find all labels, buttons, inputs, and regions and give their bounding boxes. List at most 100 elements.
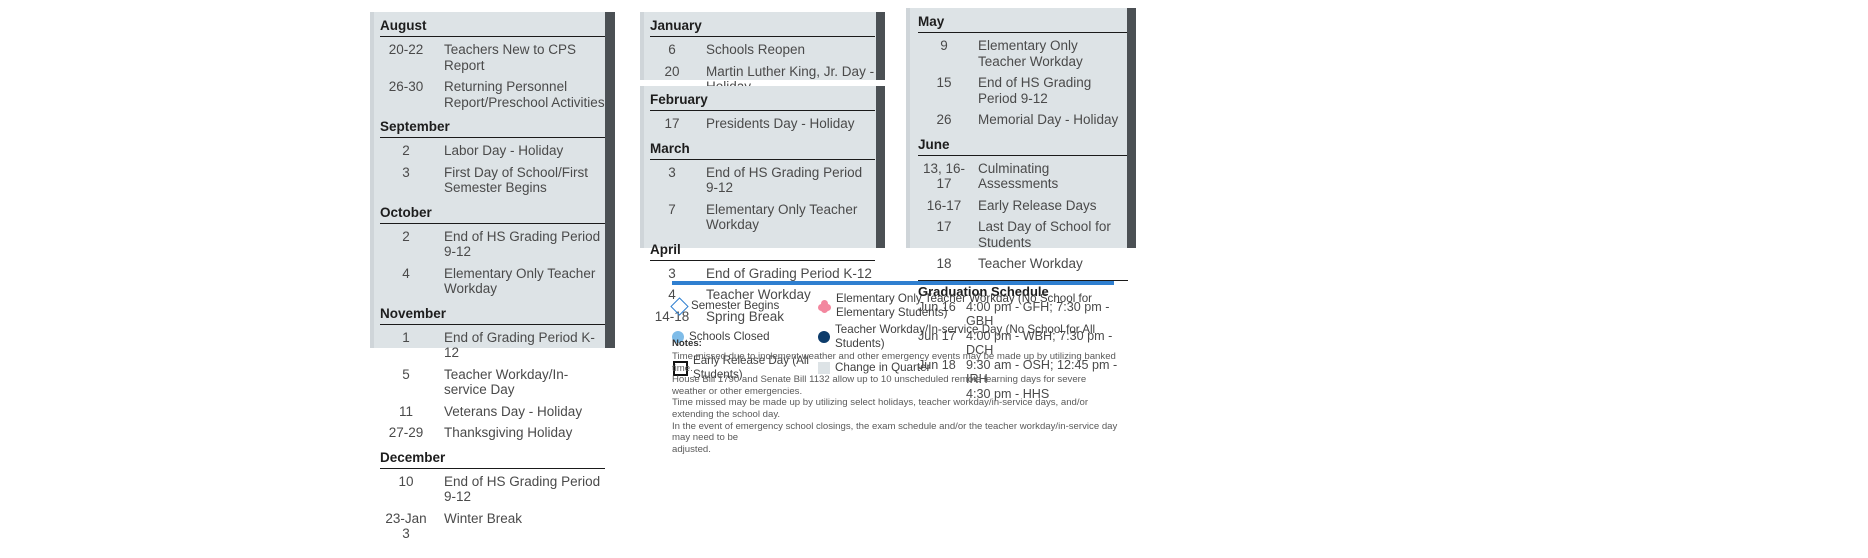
month-heading: October	[380, 204, 432, 220]
event-description: End of HS Grading Period 9-12	[978, 75, 1092, 106]
panel-scroll-shadow[interactable]	[1127, 8, 1136, 248]
month-block: June 13, 16-17 Culminating Assessments 16-1…	[918, 131, 1128, 275]
event-description: Early Release Days	[978, 197, 1097, 213]
event-description: Teacher Workday/In-service Day	[444, 366, 569, 398]
calendar-event-row[interactable]: 2 Labor Day - Holiday	[380, 140, 605, 162]
notes-title: Notes:	[672, 338, 702, 349]
calendar-event-row[interactable]: 7 Elementary Only Teacher Workday	[650, 199, 875, 236]
event-description: Schools Reopen	[706, 42, 806, 57]
month-heading: January	[650, 18, 702, 33]
event-description: Teacher Workday	[978, 256, 1083, 271]
event-description: Elementary Only Teacher Workday	[706, 201, 858, 233]
event-description: Elementary Only Teacher Workday	[444, 265, 596, 297]
event-date: 3	[402, 164, 410, 180]
calendar-event-row[interactable]: 17 Last Day of School for Students	[918, 216, 1128, 253]
event-date: 11	[398, 403, 413, 419]
legend-label: Elementary Only Teacher Workday (No Scho…	[836, 292, 1093, 319]
calendar-event-row[interactable]: 27-29 Thanksgiving Holiday	[380, 422, 605, 444]
event-date: 2	[402, 228, 410, 244]
event-date: 3	[668, 265, 676, 281]
event-date: 13, 16-17	[922, 160, 966, 192]
event-date: 5	[402, 366, 410, 382]
event-date: 15	[936, 75, 952, 90]
event-date: 17	[664, 116, 680, 131]
month-divider	[380, 222, 605, 224]
calendar-event-row[interactable]: 1 End of Grading Period K-12	[380, 327, 605, 364]
event-date: 20	[664, 63, 680, 79]
month-heading: August	[380, 18, 427, 33]
month-heading: April	[650, 241, 681, 257]
calendar-event-row[interactable]: 6 Schools Reopen	[650, 39, 875, 61]
month-divider	[650, 158, 875, 160]
month-divider	[650, 259, 875, 261]
month-block: October 2 End of HS Grading Period 9-12 4 El…	[380, 199, 605, 300]
event-date: 1	[402, 329, 410, 345]
calendar-event-row[interactable]: 2 End of HS Grading Period 9-12	[380, 226, 605, 263]
notes-line: House Bill 1790 and Senate Bill 1132 all…	[672, 374, 1087, 397]
calendar-event-row[interactable]: 15 End of HS Grading Period 9-12	[918, 72, 1128, 109]
event-description: Teachers New to CPS Report	[444, 42, 577, 73]
event-description: End of HS Grading Period 9-12	[444, 228, 601, 260]
month-heading: November	[380, 305, 447, 321]
panel-scroll-shadow[interactable]	[876, 86, 885, 248]
month-block: January 6 Schools Reopen 20 Martin Luther Ki…	[650, 12, 875, 98]
calendar-event-row[interactable]: 10 End of HS Grading Period 9-12	[380, 471, 605, 508]
event-date: 10	[398, 473, 414, 489]
notes-lines: Time missed due to inclement weather and…	[672, 351, 1122, 455]
calendar-column-fall: August 20-22 Teachers New to CPS Report 26-…	[370, 12, 615, 541]
event-date: 26	[936, 112, 952, 127]
event-description: End of HS Grading Period 9-12	[706, 164, 863, 196]
calendar-event-row[interactable]: 11 Veterans Day - Holiday	[380, 401, 605, 423]
calendar-event-row[interactable]: 5 Teacher Workday/In-service Day	[380, 364, 605, 401]
event-description: Returning Personnel Report/Preschool Act…	[444, 79, 605, 110]
calendar-event-row[interactable]: 9 Elementary Only Teacher Workday	[918, 35, 1128, 72]
month-divider	[380, 36, 605, 37]
event-description: End of Grading Period K-12	[444, 329, 595, 361]
panel-scroll-shadow[interactable]	[876, 12, 885, 80]
month-divider	[650, 36, 875, 37]
notes-line: adjusted.	[672, 443, 711, 455]
month-heading: December	[380, 449, 446, 465]
event-description: Memorial Day - Holiday	[978, 112, 1119, 127]
calendar-event-row[interactable]: 26-30 Returning Personnel Report/Preschoo…	[380, 76, 605, 113]
month-heading: September	[380, 119, 450, 134]
calendar-event-row[interactable]: 3 End of HS Grading Period 9-12	[650, 162, 875, 199]
calendar-event-row[interactable]: 23-Jan 3 Winter Break	[380, 508, 605, 545]
summer-months: May 9 Elementary Only Teacher Workday 15 End…	[918, 8, 1128, 275]
event-date: 23-Jan 3	[385, 510, 427, 542]
event-date: 27-29	[388, 425, 424, 440]
month-list-january: January 6 Schools Reopen 20 Martin Luther Ki…	[640, 12, 885, 98]
event-description: Thanksgiving Holiday	[444, 425, 573, 440]
event-description: Last Day of School for Students	[978, 219, 1111, 250]
notes-line: In the event of emergency school closing…	[672, 420, 1118, 444]
month-divider	[650, 110, 875, 111]
notes-section: Notes: Time missed due to inclement weat…	[672, 338, 1122, 455]
event-description: Presidents Day - Holiday	[706, 116, 855, 131]
notes-line: Time missed may be made up by utilizing …	[672, 397, 1089, 420]
calendar-event-row[interactable]: 13, 16-17 Culminating Assessments	[918, 158, 1128, 195]
event-date: 16-17	[926, 197, 962, 213]
month-block: December 10 End of HS Grading Period 9-12 2…	[380, 444, 605, 545]
calendar-event-row[interactable]: 26 Memorial Day - Holiday	[918, 109, 1128, 131]
event-date: 4	[402, 265, 410, 281]
calendar-event-row[interactable]: 16-17 Early Release Days	[918, 195, 1128, 217]
event-date: 3	[668, 164, 676, 180]
month-block: May 9 Elementary Only Teacher Workday 15 End…	[918, 8, 1128, 131]
event-date: 2	[402, 143, 410, 158]
panel-scroll-shadow[interactable]	[605, 12, 615, 348]
event-date: 9	[940, 38, 948, 53]
calendar-event-row[interactable]: 17 Presidents Day - Holiday	[650, 113, 875, 135]
month-block: February 17 Presidents Day - Holiday	[650, 86, 875, 135]
event-description: End of Grading Period K-12	[706, 265, 872, 281]
month-divider	[380, 323, 605, 325]
calendar-event-row[interactable]: 20-22 Teachers New to CPS Report	[380, 39, 605, 76]
calendar-event-row[interactable]: 3 First Day of School/First Semester Begi…	[380, 162, 605, 199]
panel-left-edge	[640, 12, 644, 80]
calendar-event-row[interactable]: 4 Elementary Only Teacher Workday	[380, 263, 605, 300]
month-heading: February	[650, 92, 708, 107]
month-heading: June	[918, 136, 950, 152]
legend-label: Semester Begins	[691, 299, 780, 312]
legend-item-semester-begins: Semester Begins	[670, 291, 818, 321]
calendar-event-row[interactable]: 18 Teacher Workday	[918, 253, 1128, 275]
event-description: Culminating Assessments	[978, 160, 1059, 192]
